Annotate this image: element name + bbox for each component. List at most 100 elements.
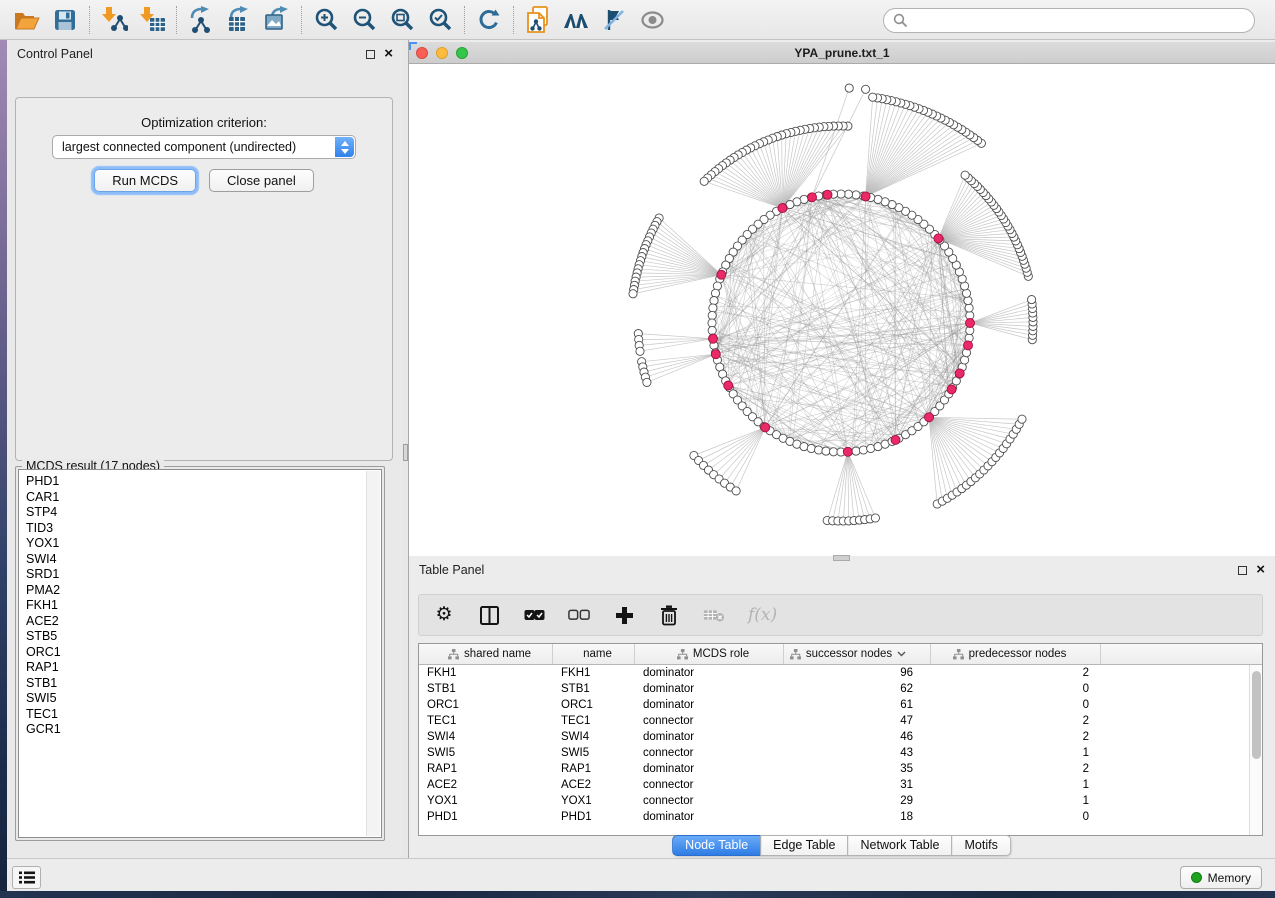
table-row[interactable]: ACE2ACE2connector311 (419, 777, 1249, 793)
table-cell: 43 (784, 747, 931, 759)
table-row[interactable]: SWI4SWI4dominator462 (419, 729, 1249, 745)
save-session-icon[interactable] (46, 3, 84, 37)
mcds-result-item[interactable]: GCR1 (26, 722, 381, 738)
table-scrollbar[interactable] (1249, 665, 1262, 835)
table-row[interactable]: YOX1YOX1connector291 (419, 793, 1249, 809)
control-panel-title: Control Panel (17, 47, 93, 61)
zoom-in-icon[interactable] (307, 3, 345, 37)
mcds-result-item[interactable]: STB5 (26, 629, 381, 645)
zoom-fit-icon[interactable] (383, 3, 421, 37)
table-row[interactable]: SWI5SWI5connector431 (419, 745, 1249, 761)
mcds-result-item[interactable]: CAR1 (26, 490, 381, 506)
deselect-all-icon[interactable] (568, 604, 590, 626)
tab-node-table[interactable]: Node Table (672, 835, 761, 856)
mcds-result-item[interactable]: STB1 (26, 676, 381, 692)
mcds-result-item[interactable]: TEC1 (26, 707, 381, 723)
column-header-MCDS-role[interactable]: MCDS role (635, 644, 784, 664)
column-header-predecessor-nodes[interactable]: predecessor nodes (931, 644, 1101, 664)
control-panel: Control Panel × Network Style Select MCD… (7, 40, 403, 858)
mcds-result-item[interactable]: ORC1 (26, 645, 381, 661)
table-cell: STB1 (419, 683, 553, 695)
zoom-out-icon[interactable] (345, 3, 383, 37)
bird-eye-view-icon[interactable] (633, 3, 671, 37)
table-row[interactable]: RAP1RAP1dominator352 (419, 761, 1249, 777)
node-table: shared namenameMCDS rolesuccessor nodesp… (418, 643, 1263, 836)
search-network-icon[interactable] (557, 3, 595, 37)
float-panel-icon[interactable] (1238, 566, 1247, 575)
run-mcds-button[interactable]: Run MCDS (94, 169, 196, 192)
table-row[interactable]: FKH1FKH1dominator962 (419, 665, 1249, 681)
add-column-icon[interactable] (613, 604, 635, 626)
mcds-result-item[interactable]: SRD1 (26, 567, 381, 583)
import-table-icon[interactable] (133, 3, 171, 37)
mcds-result-item[interactable]: RAP1 (26, 660, 381, 676)
table-cell: YOX1 (419, 795, 553, 807)
export-image-icon[interactable] (258, 3, 296, 37)
network-canvas[interactable] (409, 64, 1275, 555)
select-all-icon[interactable] (523, 604, 545, 626)
function-builder-icon[interactable]: f(x) (748, 605, 777, 625)
table-row[interactable]: TEC1TEC1connector472 (419, 713, 1249, 729)
mcds-result-item[interactable]: STP4 (26, 505, 381, 521)
hide-graphics-details-icon[interactable] (595, 3, 633, 37)
splitter-handle[interactable] (403, 444, 408, 461)
open-file-icon[interactable] (8, 3, 46, 37)
split-panel-icon[interactable] (478, 604, 500, 626)
table-cell: 0 (931, 699, 1101, 711)
import-network-icon[interactable] (95, 3, 133, 37)
mcds-result-item[interactable]: SWI5 (26, 691, 381, 707)
column-header-name[interactable]: name (553, 644, 635, 664)
float-panel-icon[interactable] (366, 50, 375, 59)
toolbar-separator (464, 6, 465, 34)
status-bar: Memory (7, 858, 1275, 891)
table-row[interactable]: STB1STB1dominator620 (419, 681, 1249, 697)
show-log-button[interactable] (12, 866, 41, 889)
table-settings-icon[interactable]: ⚙ (433, 604, 455, 626)
table-cell: connector (635, 715, 784, 727)
network-window-titlebar[interactable]: YPA_prune.txt_1 (409, 42, 1275, 64)
table-cell: dominator (635, 731, 784, 743)
column-header-shared-name[interactable]: shared name (419, 644, 553, 664)
delete-column-icon[interactable] (658, 604, 680, 626)
table-header[interactable]: shared namenameMCDS rolesuccessor nodesp… (419, 644, 1262, 665)
export-network-icon[interactable] (182, 3, 220, 37)
list-scrollbar[interactable] (366, 471, 380, 836)
delete-table-icon[interactable] (703, 604, 725, 626)
close-panel-button[interactable]: Close panel (209, 169, 314, 192)
refresh-icon[interactable] (470, 3, 508, 37)
search-input[interactable] (883, 8, 1255, 33)
memory-button[interactable]: Memory (1180, 866, 1262, 889)
mcds-result-item[interactable]: PMA2 (26, 583, 381, 599)
close-panel-icon[interactable]: × (384, 49, 393, 59)
scrollbar-thumb[interactable] (1252, 671, 1261, 759)
mcds-result-item[interactable]: FKH1 (26, 598, 381, 614)
select-stepper-icon (335, 137, 354, 157)
network-graph[interactable] (409, 64, 1275, 555)
column-header-successor-nodes[interactable]: successor nodes (784, 644, 931, 664)
tab-edge-table[interactable]: Edge Table (760, 835, 848, 856)
tab-motifs[interactable]: Motifs (951, 835, 1010, 856)
mcds-result-item[interactable]: ACE2 (26, 614, 381, 630)
table-cell: RAP1 (553, 763, 635, 775)
table-row[interactable]: ORC1ORC1dominator610 (419, 697, 1249, 713)
zoom-selected-icon[interactable] (421, 3, 459, 37)
memory-label: Memory (1208, 871, 1251, 885)
table-panel: Table Panel × ⚙ (409, 556, 1275, 858)
mcds-result-list[interactable]: PHD1CAR1STP4TID3YOX1SWI4SRD1PMA2FKH1ACE2… (18, 469, 382, 838)
table-cell: 2 (931, 763, 1101, 775)
mcds-result-item[interactable]: TID3 (26, 521, 381, 537)
table-body: FKH1FKH1dominator962STB1STB1dominator620… (419, 665, 1249, 835)
table-cell: 2 (931, 731, 1101, 743)
table-row[interactable]: PHD1PHD1dominator180 (419, 809, 1249, 825)
table-cell: dominator (635, 811, 784, 823)
mcds-result-item[interactable]: YOX1 (26, 536, 381, 552)
table-cell: dominator (635, 683, 784, 695)
mcds-result-item[interactable]: SWI4 (26, 552, 381, 568)
table-tabs: Node Table Edge Table Network Table Moti… (673, 835, 1011, 856)
tab-network-table[interactable]: Network Table (848, 835, 953, 856)
mcds-result-item[interactable]: PHD1 (26, 474, 381, 490)
close-panel-icon[interactable]: × (1256, 565, 1265, 575)
optimization-criterion-select[interactable]: largest connected component (undirected) (52, 135, 356, 159)
clone-network-icon[interactable] (519, 3, 557, 37)
export-table-icon[interactable] (220, 3, 258, 37)
